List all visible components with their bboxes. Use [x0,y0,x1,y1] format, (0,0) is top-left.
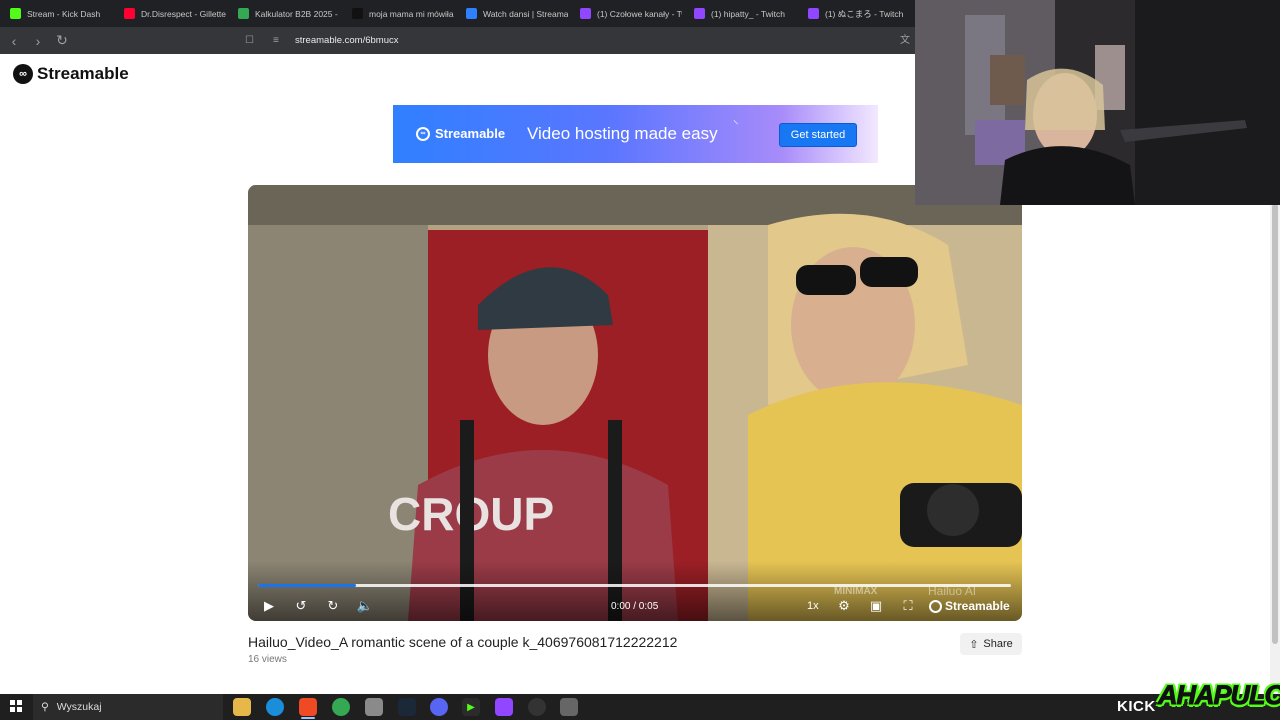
browser-tab-title: Kalkulator B2B 2025 - [255,8,338,19]
video-title: Hailuo_Video_A romantic scene of a coupl… [248,634,678,650]
url-text[interactable]: streamable.com/6bmucx [295,35,398,46]
windows-start-icon[interactable] [10,700,22,712]
video-frame: CROUP [248,185,1022,621]
reload-icon[interactable]: ↻ [52,31,72,51]
scrollbar-thumb[interactable] [1272,204,1278,644]
browser-tab[interactable]: (1) hipatty_ - Twitch [688,0,802,27]
brave-icon[interactable] [299,698,317,716]
share-button[interactable]: ⇧ Share [960,633,1022,655]
share-icon: ⇧ [969,638,979,651]
calculator-icon [238,8,249,19]
browser-tab-title: Stream - Kick Dash [27,8,101,19]
player-brand-text: Streamable [945,599,1010,613]
settings-icon[interactable]: ⚙ [835,593,853,619]
playback-speed-button[interactable]: 1x [807,600,819,612]
browser-tab[interactable]: Dr.Disrespect - Gillette [118,0,232,27]
banner-tagline: Video hosting made easy [527,124,718,143]
address-bar[interactable]: ☐ ≡ streamable.com/6bmucx [245,31,925,50]
progress-fill [258,584,356,587]
taskbar-search-label: Wyszukaj [56,701,102,713]
screen: Stream - Kick Dash Dr.Disrespect - Gillet… [0,0,1280,720]
translate-icon[interactable]: 文 [900,31,910,46]
play-icon[interactable]: ▶ [260,593,278,619]
browser-tab-title: (1) Czołowe kanały - Tw [597,8,682,19]
picture-in-picture-icon[interactable]: ▣ [867,593,885,619]
browser-tab[interactable]: Watch dansi | Streamabl [460,0,574,27]
banner-logo-text: Streamable [435,126,506,141]
kick-overlay-text: KICK [1117,698,1156,715]
share-label: Share [983,638,1013,650]
play-app-icon[interactable]: ▶ [462,698,480,716]
streamer-logo-overlay: AHAPULCO [1158,680,1280,711]
streamable-icon [466,8,477,19]
steam-icon[interactable] [398,698,416,716]
browser-tab[interactable]: Stream - Kick Dash [4,0,118,27]
browser-tab-title: (1) ぬこまろ - Twitch [825,8,904,19]
fullscreen-icon[interactable]: ⛶ [899,593,917,619]
twitch-icon [580,8,591,19]
browser-tab[interactable]: (1) ぬこまろ - Twitch [802,0,916,27]
volume-icon[interactable]: 🔈 [356,593,374,619]
site-logo-text: Streamable [37,64,129,83]
taskbar-search[interactable]: ⚲ Wyszukaj [33,694,223,720]
discord-icon[interactable] [430,698,448,716]
browser-tab[interactable]: (1) Czołowe kanały - Tw [574,0,688,27]
get-started-button[interactable]: Get started [779,123,857,147]
browser-tab-title: Dr.Disrespect - Gillette [141,8,226,19]
sparkle-icon: ⸌ [733,119,739,131]
twitch-icon [694,8,705,19]
browser-tab-title: Watch dansi | Streamabl [483,8,568,19]
windows-taskbar: ⚲ Wyszukaj ▶ [0,694,1280,720]
streamable-logo-icon: ∞ [13,64,33,84]
twitch-app-icon[interactable] [495,698,513,716]
settings-app-icon[interactable] [560,698,578,716]
bookmark-icon[interactable]: ☐ [245,35,259,46]
banner-logo-icon: ∞ [416,126,430,141]
player-controls: ▶ ↺ ↻ 🔈 0:00 / 0:05 1x ⚙ ▣ ⛶ Streamable [248,593,1022,619]
forward-icon[interactable]: › [28,31,48,51]
edge-icon[interactable] [266,698,284,716]
browser-tab-title: (1) hipatty_ - Twitch [711,8,786,19]
search-icon: ⚲ [41,701,49,713]
obs-icon[interactable] [528,698,546,716]
site-logo[interactable]: ∞ Streamable [13,64,129,84]
site-info-icon[interactable]: ≡ [273,35,287,46]
chrome-icon[interactable] [332,698,350,716]
file-explorer-icon[interactable] [233,698,251,716]
view-count: 16 views [248,654,287,665]
youtube-icon [124,8,135,19]
player-brand[interactable]: Streamable [929,599,1010,613]
tiktok-icon [352,8,363,19]
browser-tab[interactable]: Kalkulator B2B 2025 - [232,0,346,27]
banner-logo: ∞ Streamable [416,126,505,141]
webcam-image [915,0,1280,205]
fast-forward-icon[interactable]: ↻ [324,593,342,619]
back-icon[interactable]: ‹ [4,31,24,51]
browser-tab-title: moja mama mi mówiła [369,8,454,19]
webcam-overlay [915,0,1280,205]
browser-tab[interactable]: moja mama mi mówiła [346,0,460,27]
timecode: 0:00 / 0:05 [611,601,659,612]
active-app-indicator [301,717,315,719]
progress-bar[interactable] [258,584,1011,587]
twitch-icon [808,8,819,19]
rewind-icon[interactable]: ↺ [292,593,310,619]
app-icon[interactable] [365,698,383,716]
kick-icon [10,8,21,19]
video-player[interactable]: CROUP MINIMAX Hailuo AI ▶ ↺ ↻ � [248,185,1022,621]
ad-banner[interactable]: ∞ Streamable Video hosting made easy ⸌ G… [393,105,878,163]
player-brand-icon [929,599,942,613]
